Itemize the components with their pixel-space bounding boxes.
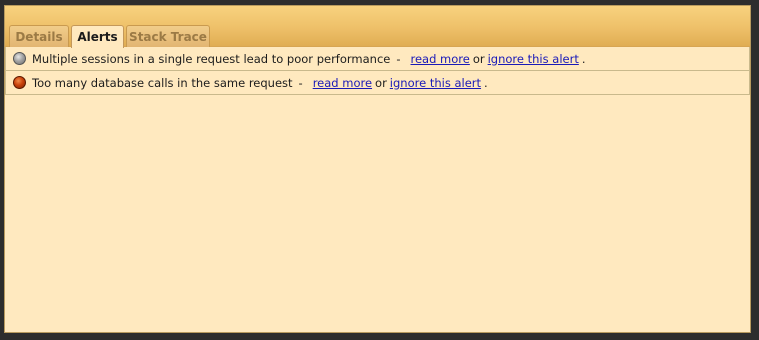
tab-strip: Details Alerts Stack Trace: [5, 6, 750, 48]
read-more-link[interactable]: read more: [411, 52, 470, 66]
alert-message: Multiple sessions in a single request le…: [32, 51, 391, 66]
alert-row: Too many database calls in the same requ…: [5, 71, 750, 95]
tab-stack-trace[interactable]: Stack Trace: [126, 25, 210, 47]
tab-details[interactable]: Details: [9, 25, 69, 47]
alert-separator: -: [396, 51, 401, 66]
or-text: or: [472, 51, 485, 66]
alert-list: Multiple sessions in a single request le…: [5, 47, 750, 95]
period-text: .: [581, 51, 586, 66]
warning-severity-icon: [13, 52, 26, 65]
ignore-alert-link[interactable]: ignore this alert: [390, 76, 481, 90]
alert-separator: -: [298, 75, 303, 90]
read-more-link[interactable]: read more: [313, 76, 372, 90]
tab-alerts[interactable]: Alerts: [71, 25, 124, 48]
alerts-panel: Details Alerts Stack Trace Multiple sess…: [4, 5, 751, 333]
alert-row: Multiple sessions in a single request le…: [5, 47, 750, 71]
ignore-alert-link[interactable]: ignore this alert: [488, 52, 579, 66]
or-text: or: [375, 75, 387, 90]
error-severity-icon: [13, 76, 26, 89]
period-text: .: [484, 75, 488, 90]
alert-message: Too many database calls in the same requ…: [32, 75, 293, 90]
